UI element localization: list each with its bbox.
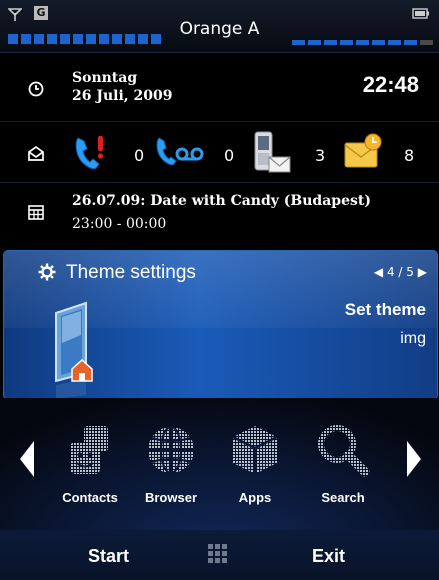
scroll-left-arrow-icon[interactable] [18, 440, 36, 478]
exit-softkey[interactable]: Exit [312, 546, 345, 567]
pager-label: 4 / 5 [386, 265, 414, 279]
email-count: 8 [404, 146, 415, 165]
status-bar: G Orange A [0, 0, 439, 53]
contacts-icon [70, 426, 108, 474]
sms-phone-icon[interactable] [251, 131, 293, 175]
missed-call-icon[interactable] [72, 132, 108, 172]
globe-icon [148, 426, 194, 474]
app-label: Browser [144, 490, 198, 505]
date-block: Sonntag 26 Juli, 2009 [72, 69, 173, 105]
clock-time: 22:48 [362, 72, 419, 97]
start-softkey[interactable]: Start [88, 546, 129, 567]
email-icon[interactable] [343, 133, 383, 171]
sms-count: 3 [315, 146, 326, 165]
app-browser[interactable]: Browser [131, 422, 211, 505]
next-page-icon[interactable]: ▶ [418, 265, 427, 279]
panel-pager[interactable]: ◀ 4 / 5 ▶ [374, 265, 427, 279]
theme-value: img [400, 330, 426, 347]
calendar-icon [28, 205, 44, 220]
battery-level-bars [292, 40, 433, 45]
app-label: Apps [238, 490, 272, 505]
missed-calls-count: 0 [134, 146, 145, 165]
weekday-label: Sonntag [72, 70, 138, 86]
panel-title: Theme settings [66, 262, 196, 283]
softkey-bar: Start Exit [0, 530, 439, 580]
app-label: Contacts [62, 490, 118, 505]
appointment-title: 26.07.09: Date with Candy (Budapest) [72, 193, 371, 209]
envelope-open-icon [28, 145, 44, 161]
theme-settings-panel[interactable]: Theme settings ◀ 4 / 5 ▶ Set theme img [3, 250, 438, 400]
appointment-time: 23:00 - 00:00 [72, 216, 167, 232]
date-label: 26 Juli, 2009 [72, 88, 173, 104]
battery-icon [412, 8, 429, 19]
scroll-right-arrow-icon[interactable] [405, 440, 423, 478]
app-contacts[interactable]: Contacts [50, 422, 130, 505]
magnifier-icon [318, 425, 370, 477]
prev-page-icon[interactable]: ◀ [374, 265, 383, 279]
app-label: Search [321, 490, 365, 505]
app-search[interactable]: Search [303, 422, 383, 505]
theme-device-icon [55, 301, 93, 399]
divider [0, 121, 439, 122]
grid-menu-icon[interactable] [207, 543, 233, 569]
gear-icon [38, 263, 56, 281]
voicemail-icon[interactable] [154, 134, 204, 170]
divider [0, 182, 439, 183]
set-theme-label[interactable]: Set theme [345, 300, 426, 320]
voicemail-count: 0 [224, 146, 235, 165]
gprs-icon: G [34, 6, 48, 20]
app-apps[interactable]: Apps [215, 422, 295, 505]
cube-icon [232, 426, 278, 474]
clock-icon [28, 81, 44, 97]
carrier-name[interactable]: Orange A [0, 19, 439, 39]
